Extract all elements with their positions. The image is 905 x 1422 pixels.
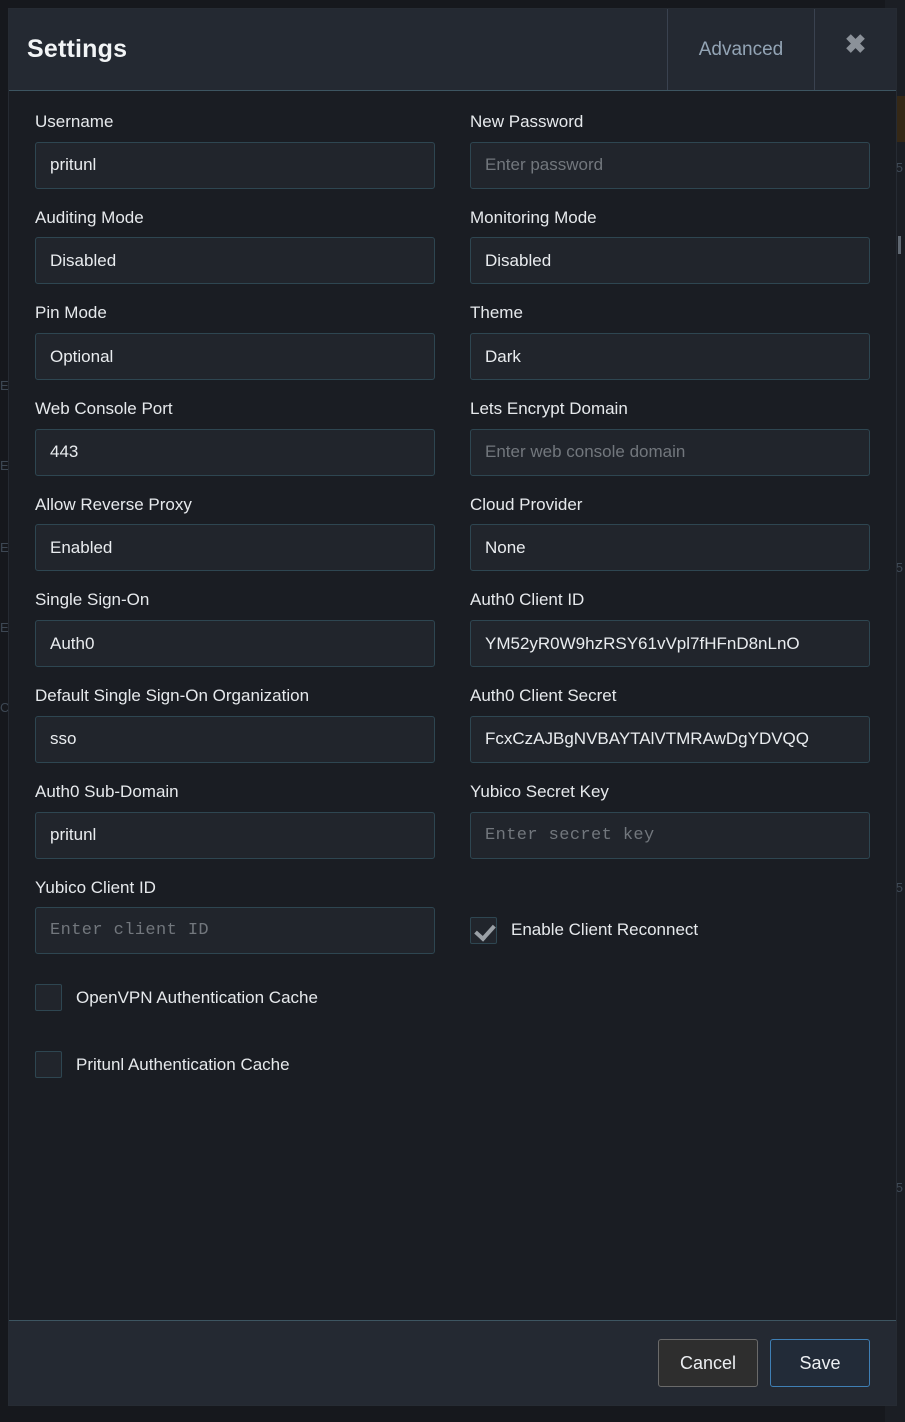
field-web-console-port: Web Console Port — [35, 400, 435, 476]
field-yubico-client-id: Yubico Client ID — [35, 879, 435, 955]
checkbox-box-icon[interactable] — [35, 984, 62, 1011]
theme-select[interactable] — [470, 333, 870, 380]
field-allow-reverse-proxy: Allow Reverse Proxy — [35, 496, 435, 572]
yubico-client-id-input[interactable] — [35, 907, 435, 954]
label-new-password: New Password — [470, 113, 870, 132]
dialog-body: Username New Password Auditing Mode Moni… — [9, 91, 896, 1320]
settings-form: Username New Password Auditing Mode Moni… — [35, 113, 870, 1108]
single-sign-on-select[interactable] — [35, 620, 435, 667]
field-auth0-client-id: Auth0 Client ID — [470, 591, 870, 667]
checkbox-label-pritunl-auth-cache: Pritunl Authentication Cache — [76, 1055, 290, 1075]
field-new-password: New Password — [470, 113, 870, 189]
yubico-secret-key-input[interactable] — [470, 812, 870, 859]
checkbox-pritunl-auth-cache[interactable]: Pritunl Authentication Cache — [35, 1041, 435, 1088]
settings-dialog: Settings Advanced ✖ Username New Passwor… — [8, 8, 897, 1406]
field-auth0-sub-domain: Auth0 Sub-Domain — [35, 783, 435, 859]
field-single-sign-on: Single Sign-On — [35, 591, 435, 667]
close-button[interactable]: ✖ — [815, 9, 896, 90]
field-theme: Theme — [470, 304, 870, 380]
field-default-sso-organization: Default Single Sign-On Organization — [35, 687, 435, 763]
field-pin-mode: Pin Mode — [35, 304, 435, 380]
username-input[interactable] — [35, 142, 435, 189]
monitoring-mode-select[interactable] — [470, 237, 870, 284]
field-username: Username — [35, 113, 435, 189]
web-console-port-input[interactable] — [35, 429, 435, 476]
checkbox-box-icon[interactable] — [35, 1051, 62, 1078]
new-password-input[interactable] — [470, 142, 870, 189]
label-default-sso-organization: Default Single Sign-On Organization — [35, 687, 435, 706]
label-pin-mode: Pin Mode — [35, 304, 435, 323]
label-username: Username — [35, 113, 435, 132]
label-auditing-mode: Auditing Mode — [35, 209, 435, 228]
field-lets-encrypt-domain: Lets Encrypt Domain — [470, 400, 870, 476]
cloud-provider-select[interactable] — [470, 524, 870, 571]
auth0-client-secret-input[interactable] — [470, 716, 870, 763]
allow-reverse-proxy-select[interactable] — [35, 524, 435, 571]
close-icon[interactable]: ✖ — [845, 31, 867, 57]
tab-advanced[interactable]: Advanced — [667, 9, 815, 90]
lets-encrypt-domain-input[interactable] — [470, 429, 870, 476]
label-auth0-sub-domain: Auth0 Sub-Domain — [35, 783, 435, 802]
field-monitoring-mode: Monitoring Mode — [470, 209, 870, 285]
field-auditing-mode: Auditing Mode — [35, 209, 435, 285]
dialog-header: Settings Advanced ✖ — [9, 9, 896, 91]
checkbox-label-openvpn-auth-cache: OpenVPN Authentication Cache — [76, 988, 318, 1008]
field-cloud-provider: Cloud Provider — [470, 496, 870, 572]
label-monitoring-mode: Monitoring Mode — [470, 209, 870, 228]
checkbox-label-enable-client-reconnect: Enable Client Reconnect — [511, 920, 698, 940]
label-yubico-secret-key: Yubico Secret Key — [470, 783, 870, 802]
default-sso-organization-input[interactable] — [35, 716, 435, 763]
checkbox-openvpn-auth-cache[interactable]: OpenVPN Authentication Cache — [35, 974, 435, 1021]
grid-spacer — [470, 1041, 870, 1108]
auditing-mode-select[interactable] — [35, 237, 435, 284]
label-allow-reverse-proxy: Allow Reverse Proxy — [35, 496, 435, 515]
pin-mode-select[interactable] — [35, 333, 435, 380]
label-cloud-provider: Cloud Provider — [470, 496, 870, 515]
grid-spacer — [470, 974, 870, 1041]
dialog-footer: Cancel Save — [9, 1320, 896, 1405]
checkbox-enable-client-reconnect[interactable]: Enable Client Reconnect — [470, 907, 870, 954]
label-lets-encrypt-domain: Lets Encrypt Domain — [470, 400, 870, 419]
auth0-sub-domain-input[interactable] — [35, 812, 435, 859]
label-single-sign-on: Single Sign-On — [35, 591, 435, 610]
save-button[interactable]: Save — [770, 1339, 870, 1387]
page-title: Settings — [9, 9, 667, 90]
label-web-console-port: Web Console Port — [35, 400, 435, 419]
background-marker — [898, 236, 901, 254]
field-yubico-secret-key: Yubico Secret Key — [470, 783, 870, 859]
label-auth0-client-secret: Auth0 Client Secret — [470, 687, 870, 706]
field-auth0-client-secret: Auth0 Client Secret — [470, 687, 870, 763]
checkmark-icon[interactable] — [470, 917, 497, 944]
cancel-button[interactable]: Cancel — [658, 1339, 758, 1387]
label-theme: Theme — [470, 304, 870, 323]
auth0-client-id-input[interactable] — [470, 620, 870, 667]
label-yubico-client-id: Yubico Client ID — [35, 879, 435, 898]
label-auth0-client-id: Auth0 Client ID — [470, 591, 870, 610]
